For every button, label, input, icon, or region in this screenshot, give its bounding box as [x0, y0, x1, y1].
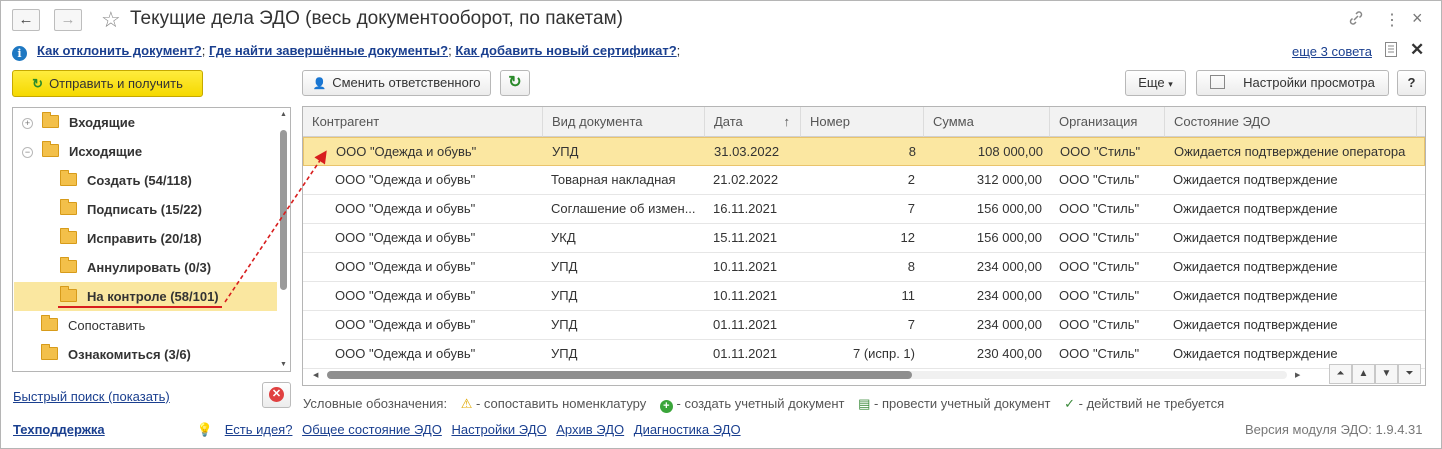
legend-label: Условные обозначения:	[303, 396, 448, 411]
legend-item: - провести учетный документ	[874, 396, 1051, 411]
annotation-overlay	[58, 150, 327, 308]
edo-status-link[interactable]: Общее состояние ЭДО	[302, 422, 442, 437]
support-link[interactable]: Техподдержка	[13, 422, 105, 437]
annotation-arrow	[224, 150, 327, 303]
lightbulb-icon: 💡	[196, 422, 214, 437]
warning-icon: ⚠	[460, 396, 473, 411]
footer: Техподдержка 💡 Есть идея? Общее состояни…	[13, 422, 741, 438]
edo-diagnostics-link[interactable]: Диагностика ЭДО	[634, 422, 741, 437]
legend-item: - действий не требуется	[1078, 396, 1225, 411]
add-circle-icon: +	[659, 400, 673, 413]
edo-archive-link[interactable]: Архив ЭДО	[556, 422, 624, 437]
module-version: Версия модуля ЭДО: 1.9.4.31	[1245, 422, 1423, 437]
legend-item: - сопоставить номенклатуру	[475, 396, 647, 411]
no-action-icon: ✓	[1064, 396, 1076, 411]
edo-settings-link[interactable]: Настройки ЭДО	[451, 422, 546, 437]
post-document-icon: ▤	[858, 396, 871, 411]
legend: Условные обозначения: ⚠ - сопоставить но…	[303, 396, 1224, 413]
legend-item: - создать учетный документ	[676, 396, 845, 411]
idea-link[interactable]: Есть идея?	[225, 422, 293, 437]
